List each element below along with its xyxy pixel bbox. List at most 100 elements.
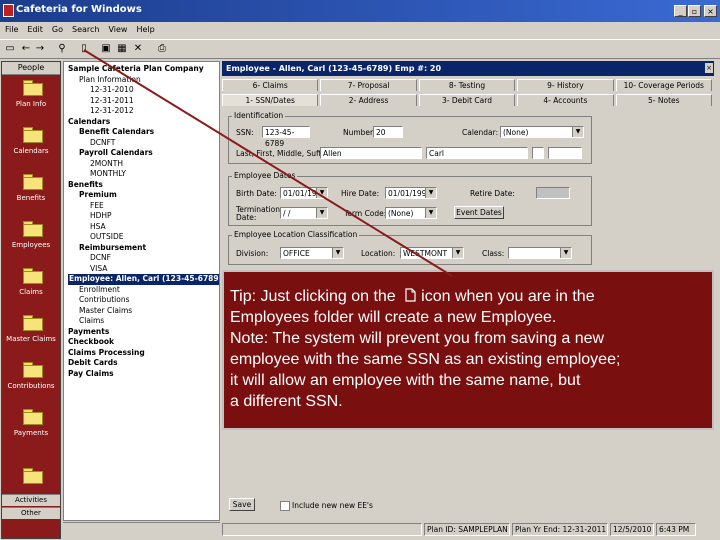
tree-node[interactable]: FEE [90,201,104,212]
tree-node[interactable]: Claims [79,316,104,327]
tab-7-proposal[interactable]: 7- Proposal [320,79,417,91]
folder-icon[interactable] [23,315,43,331]
maximize-button[interactable]: ▫ [688,5,701,17]
open-folder-icon[interactable]: ▭ [4,43,16,55]
tree-node[interactable]: Master Claims [79,306,132,317]
menu-search[interactable]: Search [72,25,99,34]
folder-icon[interactable] [23,362,43,378]
forward-icon[interactable]: → [34,43,46,55]
sidebar-item-payments[interactable]: Payments [2,429,60,437]
birth-date-field[interactable]: 01/01/1964 ▼ [280,187,328,199]
class-select[interactable]: ▼ [508,247,572,259]
close-window-button[interactable]: × [704,5,717,17]
back-icon[interactable]: ← [20,43,32,55]
menu-help[interactable]: Help [136,25,154,34]
sidebar-item-benefits[interactable]: Benefits [2,194,60,202]
location-select[interactable]: WESTMONT ▼ [400,247,464,259]
save-icon[interactable]: ▣ [100,43,112,55]
save-button[interactable]: Save [229,498,255,511]
tree-root-node[interactable]: Sample Cafeteria Plan Company [68,64,204,75]
tree-node[interactable]: 12-31-2011 [90,96,134,107]
tab-8-testing[interactable]: 8- Testing [418,79,516,91]
tree-node[interactable]: Contributions [79,295,129,306]
tab-9-history[interactable]: 9- History [517,79,614,91]
folder-icon[interactable] [23,409,43,425]
folder-icon[interactable] [23,268,43,284]
folder-icon[interactable] [23,80,43,96]
sidebar-item-calendars[interactable]: Calendars [2,147,60,155]
tree-node[interactable]: 12-31-2010 [90,85,134,96]
tab-3-debit-card[interactable]: 3- Debit Card [418,94,516,106]
termination-date-field[interactable]: / / ▼ [280,207,328,219]
tree-node[interactable]: HDHP [90,211,112,222]
tree-root-node[interactable]: Checkbook [68,337,114,348]
chevron-down-icon[interactable]: ▼ [425,208,436,218]
close-icon[interactable]: ✕ [132,43,144,55]
tree-root-node[interactable]: Pay Claims [68,369,114,380]
chevron-down-icon[interactable]: ▼ [560,248,571,258]
tab-6-claims[interactable]: 6- Claims [222,79,319,91]
tree-node[interactable]: Reimbursement [79,243,146,254]
hire-date-field[interactable]: 01/01/1990 ▼ [385,187,437,199]
term-code-select[interactable]: (None) ▼ [385,207,437,219]
sidebar-header[interactable]: People [2,62,60,75]
new-document-icon[interactable]: ▯ [78,43,90,55]
sidebar-item-contributions[interactable]: Contributions [2,382,60,390]
chevron-down-icon[interactable]: ▼ [572,127,583,137]
include-checkbox[interactable] [280,501,290,511]
chevron-down-icon[interactable]: ▼ [316,188,327,198]
tree-root-node[interactable]: Payments [68,327,109,338]
chevron-down-icon[interactable]: ▼ [332,248,343,258]
minimize-button[interactable]: _ [674,5,687,17]
last-name-field[interactable]: Allen [320,147,422,159]
ssn-field[interactable]: 123-45-6789 [262,126,310,148]
tree-node[interactable]: Enrollment [79,285,120,296]
folder-icon[interactable] [23,127,43,143]
tab-10-coverage-periods[interactable]: 10- Coverage Periods [615,79,712,91]
sidebar-item-other[interactable]: Other [2,507,60,519]
menu-edit[interactable]: Edit [27,25,43,34]
tree-root-node[interactable]: Claims Processing [68,348,145,359]
folder-icon[interactable] [23,221,43,237]
tab-1-ssn-dates[interactable]: 1- SSN/Dates [222,94,319,106]
menu-go[interactable]: Go [52,25,63,34]
event-dates-button[interactable]: Event Dates [454,206,504,219]
middle-name-field[interactable] [532,147,544,159]
chevron-down-icon[interactable]: ▼ [452,248,463,258]
tree-root-node[interactable]: Employee: Allen, Carl (123-45-6789) [68,274,219,285]
tree-node[interactable]: Payroll Calendars [79,148,153,159]
tree-node[interactable]: 2MONTH [90,159,123,170]
folder-icon[interactable] [23,468,43,484]
tree-root-node[interactable]: Calendars [68,117,110,128]
tree-node[interactable]: DCNF [90,253,111,264]
menu-view[interactable]: View [108,25,127,34]
suffix-field[interactable] [548,147,582,159]
tree-node[interactable]: MONTHLY [90,169,126,180]
tree-node[interactable]: OUTSIDE [90,232,123,243]
tree-root-node[interactable]: Debit Cards [68,358,118,369]
tab-5-notes[interactable]: 5- Notes [615,94,712,106]
tree-node[interactable]: DCNFT [90,138,115,149]
chevron-down-icon[interactable]: ▼ [316,208,327,218]
first-name-field[interactable]: Carl [426,147,528,159]
find-icon[interactable]: ⚲ [56,43,68,55]
tree-node[interactable]: Premium [79,190,117,201]
division-select[interactable]: OFFICE ▼ [280,247,344,259]
sidebar-item-plan-info[interactable]: Plan Info [2,100,60,108]
tree-node[interactable]: Benefit Calendars [79,127,154,138]
sidebar-item-claims[interactable]: Claims [2,288,60,296]
tree-node[interactable]: VISA [90,264,107,275]
calendar-icon[interactable]: ▦ [116,43,128,55]
close-panel-icon[interactable]: × [705,63,713,73]
tree-node[interactable]: HSA [90,222,106,233]
menu-file[interactable]: File [5,25,18,34]
calendar-select[interactable]: (None) ▼ [500,126,584,138]
tree-root-node[interactable]: Benefits [68,180,103,191]
tab-2-address[interactable]: 2- Address [320,94,417,106]
tree-node[interactable]: 12-31-2012 [90,106,134,117]
number-field[interactable]: 20 [373,126,403,138]
folder-icon[interactable] [23,174,43,190]
sidebar-item-activities[interactable]: Activities [2,494,60,506]
sidebar-item-employees[interactable]: Employees [2,241,60,249]
tab-4-accounts[interactable]: 4- Accounts [517,94,614,106]
